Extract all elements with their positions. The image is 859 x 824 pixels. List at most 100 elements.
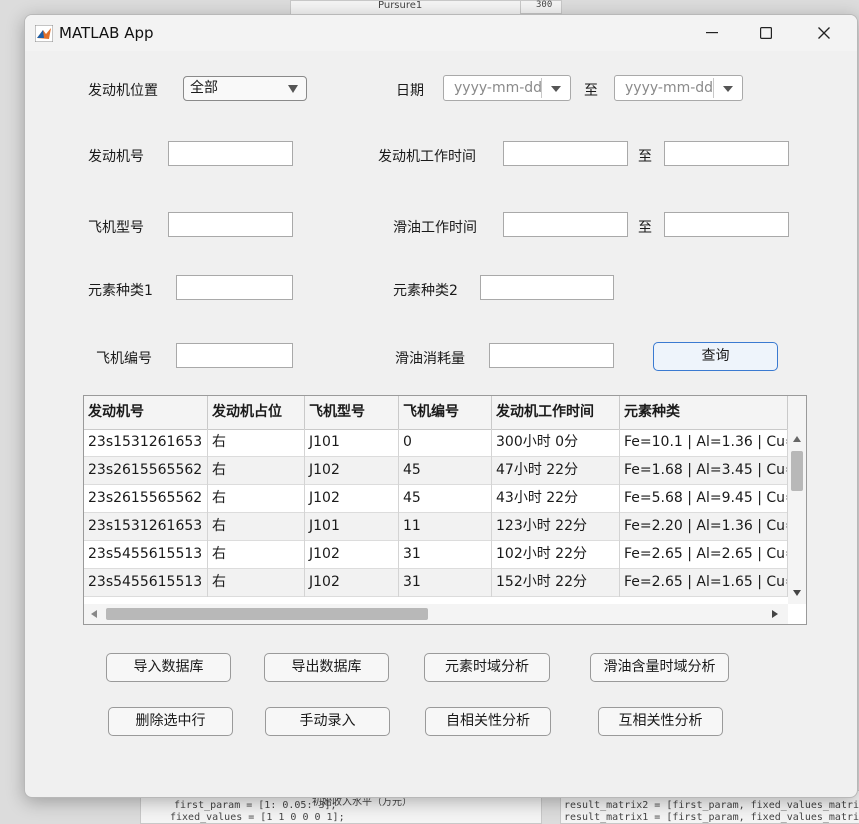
engine-hours-from-input[interactable] bbox=[503, 141, 628, 166]
vertical-scroll-thumb[interactable] bbox=[791, 451, 803, 491]
horizontal-scroll-thumb[interactable] bbox=[106, 608, 428, 620]
table-cell: Fe=2.65 | Al=2.65 | Cu=0 bbox=[620, 541, 788, 569]
table-header: 发动机号 发动机占位 飞机型号 飞机编号 发动机工作时间 元素种类 bbox=[84, 396, 806, 430]
scroll-right-icon[interactable] bbox=[772, 610, 778, 618]
column-header[interactable]: 发动机占位 bbox=[208, 396, 305, 429]
aircraft-no-label: 飞机编号 bbox=[96, 351, 152, 367]
table-cell: 右 bbox=[208, 429, 305, 457]
engine-position-label: 发动机位置 bbox=[88, 83, 158, 99]
column-header[interactable]: 发动机号 bbox=[84, 396, 208, 429]
element2-label: 元素种类2 bbox=[393, 283, 458, 299]
table-cell: 23s2615565562 bbox=[84, 485, 208, 513]
matlab-logo-icon bbox=[35, 25, 53, 42]
engine-hours-to-label: 至 bbox=[638, 149, 652, 165]
chevron-down-icon[interactable] bbox=[551, 86, 561, 92]
query-button[interactable]: 查询 bbox=[653, 342, 778, 371]
table-cell: Fe=2.20 | Al=1.36 | Cu=1 bbox=[620, 513, 788, 541]
oil-hours-from-input[interactable] bbox=[503, 212, 628, 237]
scroll-down-icon[interactable] bbox=[793, 590, 801, 596]
maximize-button[interactable] bbox=[737, 15, 795, 51]
column-header[interactable]: 飞机型号 bbox=[305, 396, 399, 429]
aircraft-no-input[interactable] bbox=[176, 343, 293, 368]
column-header[interactable]: 发动机工作时间 bbox=[492, 396, 620, 429]
column-header[interactable]: 元素种类 bbox=[620, 396, 788, 429]
table-cell: J101 bbox=[305, 429, 399, 457]
oil-hours-to-input[interactable] bbox=[664, 212, 789, 237]
date-to-picker[interactable]: yyyy-mm-dd bbox=[614, 75, 743, 101]
minimize-icon bbox=[706, 32, 718, 34]
background-code-line: fixed_values = [1 1 0 0 0 1]; bbox=[170, 812, 345, 823]
table-cell: 45 bbox=[399, 485, 492, 513]
close-button[interactable] bbox=[795, 15, 853, 51]
app-window: MATLAB App 发动机位置 全部 日期 yyyy-mm-dd 至 yyyy… bbox=[24, 14, 858, 798]
chevron-down-icon[interactable] bbox=[723, 86, 733, 92]
table-row[interactable]: 23s1531261653 右 J101 0 300小时 0分 Fe=10.1 … bbox=[84, 429, 788, 457]
minimize-button[interactable] bbox=[683, 15, 741, 51]
manual-entry-button[interactable]: 手动录入 bbox=[265, 707, 390, 736]
table-cell: 23s5455615513 bbox=[84, 569, 208, 597]
table-cell: 31 bbox=[399, 569, 492, 597]
element1-label: 元素种类1 bbox=[88, 283, 153, 299]
element2-input[interactable] bbox=[480, 275, 614, 300]
table-row[interactable]: 23s5455615513 右 J102 31 152小时 22分 Fe=2.6… bbox=[84, 569, 788, 597]
table-cell: 右 bbox=[208, 513, 305, 541]
table-cell: J101 bbox=[305, 513, 399, 541]
background-code-line: result_matrix2 = [first_param, fixed_val… bbox=[564, 800, 859, 811]
export-db-button[interactable]: 导出数据库 bbox=[264, 653, 389, 682]
table-cell: 300小时 0分 bbox=[492, 429, 620, 457]
background-legend-text: Pursure1 bbox=[378, 0, 423, 11]
oil-hours-to-label: 至 bbox=[638, 220, 652, 236]
table-cell: 右 bbox=[208, 569, 305, 597]
engine-no-input[interactable] bbox=[168, 141, 293, 166]
oil-consumption-label: 滑油消耗量 bbox=[395, 351, 465, 367]
divider bbox=[541, 78, 542, 98]
table-cell: 31 bbox=[399, 541, 492, 569]
element-time-analysis-button[interactable]: 元素时域分析 bbox=[424, 653, 550, 682]
table-cell: 23s1531261653 bbox=[84, 429, 208, 457]
chevron-down-icon bbox=[288, 85, 298, 93]
table-row[interactable]: 23s1531261653 右 J101 11 123小时 22分 Fe=2.2… bbox=[84, 513, 788, 541]
table-cell: Fe=2.65 | Al=1.65 | Cu=0 bbox=[620, 569, 788, 597]
table-cell: 0 bbox=[399, 429, 492, 457]
results-table[interactable]: 发动机号 发动机占位 飞机型号 飞机编号 发动机工作时间 元素种类 23s153… bbox=[83, 395, 807, 625]
date-to-placeholder: yyyy-mm-dd bbox=[625, 80, 714, 96]
table-cell: 152小时 22分 bbox=[492, 569, 620, 597]
scroll-up-icon[interactable] bbox=[793, 436, 801, 442]
aircraft-type-input[interactable] bbox=[168, 212, 293, 237]
table-row[interactable]: 23s2615565562 右 J102 45 47小时 22分 Fe=1.68… bbox=[84, 457, 788, 485]
aircraft-type-label: 飞机型号 bbox=[88, 220, 144, 236]
column-header[interactable]: 飞机编号 bbox=[399, 396, 492, 429]
element1-input[interactable] bbox=[176, 275, 293, 300]
oil-consumption-input[interactable] bbox=[489, 343, 614, 368]
table-cell: J102 bbox=[305, 569, 399, 597]
table-cell: 47小时 22分 bbox=[492, 457, 620, 485]
table-cell: 123小时 22分 bbox=[492, 513, 620, 541]
date-from-picker[interactable]: yyyy-mm-dd bbox=[443, 75, 571, 101]
table-cell: 23s2615565562 bbox=[84, 457, 208, 485]
table-cell: Fe=10.1 | Al=1.36 | Cu=1 bbox=[620, 429, 788, 457]
table-cell: 45 bbox=[399, 457, 492, 485]
table-cell: 23s5455615513 bbox=[84, 541, 208, 569]
horizontal-scrollbar[interactable] bbox=[84, 604, 788, 624]
engine-hours-to-input[interactable] bbox=[664, 141, 789, 166]
autocorrelation-button[interactable]: 自相关性分析 bbox=[425, 707, 551, 736]
table-cell: J102 bbox=[305, 457, 399, 485]
import-db-button[interactable]: 导入数据库 bbox=[106, 653, 231, 682]
date-to-label: 至 bbox=[584, 83, 598, 99]
delete-selected-button[interactable]: 删除选中行 bbox=[108, 707, 233, 736]
table-cell: 右 bbox=[208, 541, 305, 569]
engine-no-label: 发动机号 bbox=[88, 149, 144, 165]
table-row[interactable]: 23s5455615513 右 J102 31 102小时 22分 Fe=2.6… bbox=[84, 541, 788, 569]
oil-hours-label: 滑油工作时间 bbox=[393, 220, 477, 236]
vertical-scrollbar[interactable] bbox=[788, 429, 806, 604]
engine-hours-label: 发动机工作时间 bbox=[378, 149, 476, 165]
date-from-placeholder: yyyy-mm-dd bbox=[454, 80, 543, 96]
divider bbox=[713, 78, 714, 98]
oil-content-time-analysis-button[interactable]: 滑油含量时域分析 bbox=[590, 653, 729, 682]
background-code-line: result_matrix1 = [first_param, fixed_val… bbox=[564, 812, 859, 823]
table-row[interactable]: 23s2615565562 右 J102 45 43小时 22分 Fe=5.68… bbox=[84, 485, 788, 513]
scroll-left-icon[interactable] bbox=[91, 610, 97, 618]
background-tick-text: 300 bbox=[536, 0, 553, 10]
cross-correlation-button[interactable]: 互相关性分析 bbox=[598, 707, 723, 736]
engine-position-dropdown[interactable]: 全部 bbox=[183, 76, 307, 101]
